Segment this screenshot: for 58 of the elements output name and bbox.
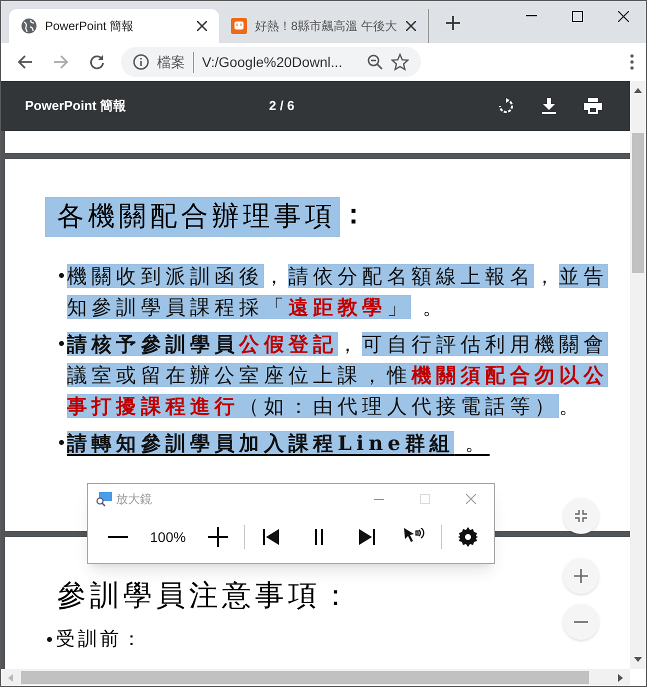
slide-heading: 參訓學員注意事項：: [57, 577, 355, 613]
bullet-icon: [59, 341, 64, 346]
scrollbar-thumb[interactable]: [632, 133, 644, 273]
outlet-icon: [231, 18, 247, 34]
gear-icon: [458, 527, 478, 547]
maximize-icon: [572, 10, 582, 22]
bullet-text: 機關收到派訓函後，請依分配名額線上報名，並告知參訓學員課程採「遠距教學」 。: [67, 263, 610, 321]
scrollbar-thumb[interactable]: [21, 671, 589, 684]
tab-title: PowerPoint 簡報: [45, 18, 135, 35]
skip-forward-icon: [358, 529, 375, 545]
plus-icon: [446, 16, 460, 30]
minus-icon: [108, 536, 128, 538]
bullet-text: 受訓前：: [56, 627, 144, 652]
scroll-down-icon[interactable]: [634, 657, 642, 663]
plus-icon: [574, 569, 588, 583]
bullet-icon: [59, 440, 64, 445]
browser-tab[interactable]: PowerPoint 簡報: [9, 9, 219, 43]
zoom-level: 100%: [150, 528, 186, 546]
pause-icon: [314, 529, 323, 545]
skip-back-icon: [262, 529, 279, 545]
minimize-icon: [526, 15, 536, 17]
url-text: V:/Google%20Downl...: [202, 52, 342, 72]
bullet-icon: [47, 636, 52, 642]
close-icon[interactable]: [197, 21, 207, 31]
security-label: 檔案: [157, 52, 194, 72]
close-icon: [618, 10, 628, 22]
close-icon[interactable]: [406, 21, 416, 31]
document-title: PowerPoint 簡報: [25, 97, 126, 116]
menu-icon[interactable]: [630, 54, 634, 70]
vertical-scrollbar[interactable]: [630, 81, 646, 669]
rotate-icon[interactable]: [498, 98, 514, 114]
close-icon: [466, 494, 476, 504]
print-icon[interactable]: [584, 98, 602, 114]
address-bar[interactable]: 檔案 V:/Google%20Downl...: [121, 47, 421, 77]
minus-icon: [574, 621, 588, 623]
bullet-icon: [59, 273, 64, 278]
star-icon[interactable]: [391, 53, 409, 71]
bullet-text: 請核予參訓學員公假登記，可自行評估利用機關會議室或留在辦公室座位上課，惟 機關須配合勿以公事打擾課程進行（如：由代理人代接電話等）。: [67, 331, 610, 420]
scroll-up-icon[interactable]: [634, 87, 642, 93]
window-title: 放大鏡: [116, 491, 152, 508]
globe-icon: [21, 18, 37, 34]
arrow-right-icon: [53, 54, 69, 70]
plus-icon: [208, 527, 228, 547]
scroll-right-icon[interactable]: [618, 674, 624, 682]
minimize-icon: [374, 498, 384, 500]
shrink-icon: [574, 509, 588, 523]
page-indicator: 2 / 6: [269, 97, 294, 116]
tab-title: 好熱！8縣市飆高溫 午後大: [255, 18, 398, 35]
info-icon: [133, 54, 149, 70]
maximize-icon: [420, 494, 430, 504]
slide-heading: 各機關配合辦理事項: [45, 197, 340, 237]
download-icon[interactable]: [542, 98, 556, 114]
horizontal-scrollbar[interactable]: [1, 669, 630, 686]
zoom-out-icon[interactable]: [367, 54, 383, 70]
arrow-left-icon: [17, 54, 33, 70]
magnifier-app-icon: [96, 492, 112, 506]
colon-text: ：: [340, 198, 367, 232]
reload-icon: [89, 54, 105, 70]
